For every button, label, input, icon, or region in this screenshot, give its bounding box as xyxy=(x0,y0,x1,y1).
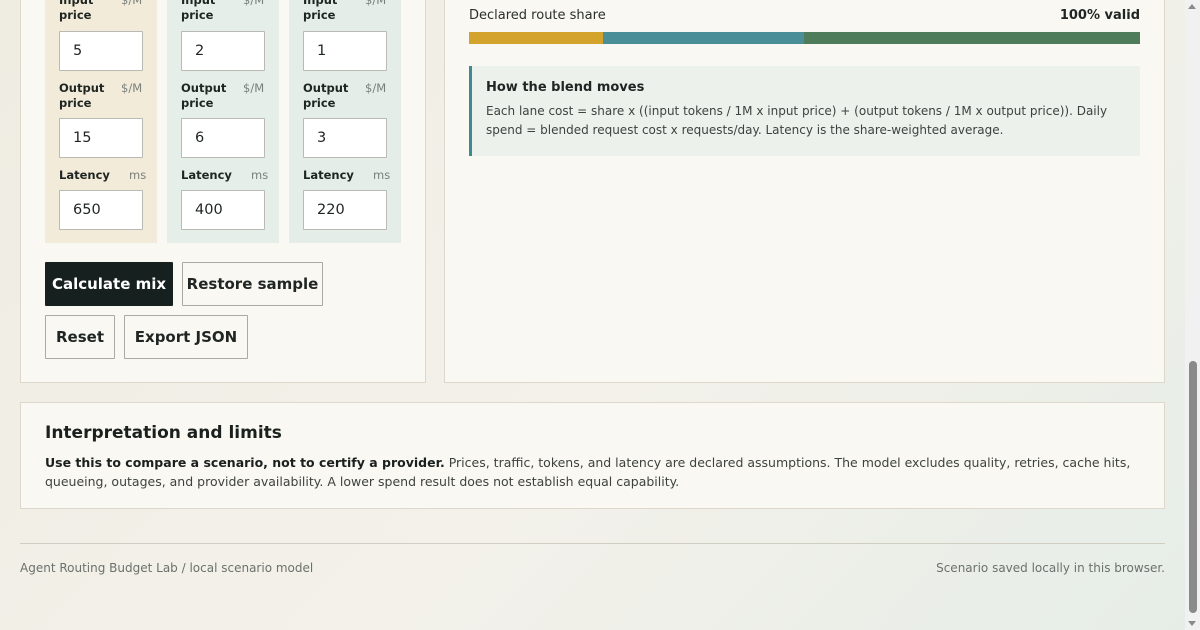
export-json-button[interactable]: Export JSON xyxy=(124,315,248,359)
lane-2-output-price-field[interactable]: 6 xyxy=(181,118,265,158)
lane-2-output-price-unit: $/M xyxy=(243,81,265,95)
lane-1-output-price-unit: $/M xyxy=(121,81,143,95)
lane-3-input-price-label: Input price xyxy=(303,0,338,22)
lane-1-latency-label: Latency xyxy=(59,168,110,182)
lane-1-output-price-label: Output price xyxy=(59,81,105,110)
route-share-status: 100% valid xyxy=(1059,8,1140,23)
limits-title: Interpretation and limits xyxy=(45,423,282,443)
lane-3-latency-field[interactable]: 220 xyxy=(303,190,387,230)
lane-3-output-price-label: Output price xyxy=(303,81,349,110)
route-share-label: Declared route share xyxy=(469,8,606,23)
limits-lead: Use this to compare a scenario, not to c… xyxy=(45,455,445,470)
lane-3-input-price-unit: $/M xyxy=(365,0,387,7)
lane-2-latency-unit: ms xyxy=(251,168,269,182)
results-panel xyxy=(444,0,1165,383)
lane-1-latency-unit: ms xyxy=(129,168,147,182)
lane-2-latency-field[interactable]: 400 xyxy=(181,190,265,230)
lane-3-latency-label: Latency xyxy=(303,168,354,182)
lane-1-latency-field[interactable]: 650 xyxy=(59,190,143,230)
page-scrollbar[interactable] xyxy=(1185,0,1200,630)
lane-2-input-price-label: Input price xyxy=(181,0,216,22)
blend-text: Each lane cost = share x ((input tokens … xyxy=(486,104,1108,137)
limits-text: Use this to compare a scenario, not to c… xyxy=(45,453,1140,491)
footer-divider xyxy=(20,543,1165,544)
scrollbar-thumb[interactable] xyxy=(1189,361,1197,613)
lane-2-latency-label: Latency xyxy=(181,168,232,182)
reset-button[interactable]: Reset xyxy=(45,315,115,359)
blend-explanation-callout: How the blend moves Each lane cost = sha… xyxy=(469,66,1140,156)
lane-3-output-price-unit: $/M xyxy=(365,81,387,95)
lane-2-output-price-label: Output price xyxy=(181,81,227,110)
scroll-down-arrow-icon[interactable] xyxy=(1188,621,1196,626)
lane-2-input-price-field[interactable]: 2 xyxy=(181,31,265,71)
route-share-segment-3 xyxy=(804,32,1140,44)
interpretation-panel: Interpretation and limits Use this to co… xyxy=(20,402,1165,509)
restore-sample-button[interactable]: Restore sample xyxy=(182,262,323,306)
lane-3-output-price-field[interactable]: 3 xyxy=(303,118,387,158)
lane-3-latency-unit: ms xyxy=(373,168,391,182)
blend-title: How the blend moves xyxy=(486,80,645,95)
lane-1-input-price-unit: $/M xyxy=(121,0,143,7)
lane-3-input-price-field[interactable]: 1 xyxy=(303,31,387,71)
footer-save-status: Scenario saved locally in this browser. xyxy=(936,561,1165,575)
lane-1-output-price-field[interactable]: 15 xyxy=(59,118,143,158)
lane-1-input-price-label: Input price xyxy=(59,0,94,22)
route-share-segment-1 xyxy=(469,32,604,44)
scroll-up-arrow-icon[interactable] xyxy=(1188,4,1196,9)
route-share-bar xyxy=(469,32,1140,44)
route-share-segment-2 xyxy=(603,32,805,44)
calculate-mix-button[interactable]: Calculate mix xyxy=(45,262,173,306)
lane-2-input-price-unit: $/M xyxy=(243,0,265,7)
footer-app-name: Agent Routing Budget Lab / local scenari… xyxy=(20,561,314,575)
lane-1-input-price-field[interactable]: 5 xyxy=(59,31,143,71)
